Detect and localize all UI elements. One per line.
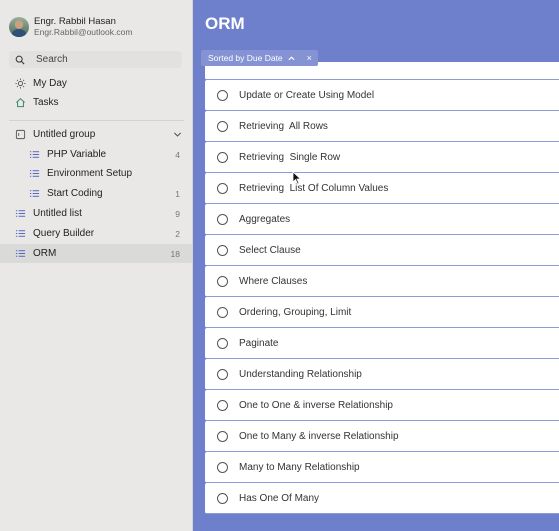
list-label: Untitled group bbox=[33, 129, 96, 140]
complete-checkbox[interactable] bbox=[217, 213, 228, 225]
list-icon bbox=[15, 208, 26, 219]
task-title: Select Clause bbox=[239, 244, 301, 256]
task-title: Where Clauses bbox=[239, 275, 308, 287]
task-list: Update or Create Using Model Retrieving … bbox=[205, 62, 559, 514]
list-icon bbox=[15, 248, 26, 259]
list-icon bbox=[29, 188, 40, 199]
task-row[interactable]: Has One Of Many bbox=[205, 483, 559, 514]
complete-checkbox[interactable] bbox=[217, 337, 228, 349]
task-row[interactable]: Aggregates bbox=[205, 204, 559, 235]
sidebar-item-orm[interactable]: ORM 18 bbox=[0, 244, 192, 263]
task-row[interactable]: Update or Create Using Model bbox=[205, 80, 559, 111]
nav-label: My Day bbox=[33, 78, 67, 89]
task-row[interactable]: Paginate bbox=[205, 328, 559, 359]
list-label: Untitled list bbox=[33, 208, 82, 219]
complete-checkbox[interactable] bbox=[217, 368, 228, 380]
list-count: 18 bbox=[170, 248, 180, 259]
profile-email: Engr.Rabbil@outlook.com bbox=[34, 27, 133, 37]
profile-name: Engr. Rabbil Hasan bbox=[34, 16, 116, 27]
group-icon bbox=[15, 129, 26, 140]
task-title: One to Many & inverse Relationship bbox=[239, 430, 399, 442]
chevron-up-icon[interactable] bbox=[288, 55, 295, 62]
complete-checkbox[interactable] bbox=[217, 244, 228, 256]
task-title: Update or Create Using Model bbox=[239, 89, 375, 101]
list-label: Query Builder bbox=[33, 228, 95, 239]
list-label: PHP Variable bbox=[47, 149, 107, 160]
sort-label: Sorted by Due Date bbox=[208, 53, 283, 63]
avatar bbox=[9, 17, 29, 37]
search-input[interactable] bbox=[36, 54, 166, 65]
list-count: 9 bbox=[175, 208, 180, 219]
task-row[interactable]: Retrieving All Rows bbox=[205, 111, 559, 142]
home-icon bbox=[15, 97, 26, 108]
task-row[interactable]: Retrieving Single Row bbox=[205, 142, 559, 173]
page-title: ORM bbox=[205, 14, 245, 33]
complete-checkbox[interactable] bbox=[217, 492, 228, 504]
complete-checkbox[interactable] bbox=[217, 182, 228, 194]
list-count: 4 bbox=[175, 149, 180, 160]
task-row[interactable]: Where Clauses bbox=[205, 266, 559, 297]
close-icon[interactable]: × bbox=[307, 53, 312, 63]
task-row[interactable]: Many to Many Relationship bbox=[205, 452, 559, 483]
task-row[interactable]: Ordering, Grouping, Limit bbox=[205, 297, 559, 328]
task-title: One to One & inverse Relationship bbox=[239, 399, 393, 411]
task-title: Aggregates bbox=[239, 213, 291, 225]
sidebar-item-start-coding[interactable]: Start Coding 1 bbox=[0, 184, 192, 203]
complete-checkbox[interactable] bbox=[217, 399, 228, 411]
task-title: Retrieving All Rows bbox=[239, 120, 328, 132]
task-title: Paginate bbox=[239, 337, 279, 349]
sun-icon bbox=[15, 78, 26, 89]
task-title: Many to Many Relationship bbox=[239, 461, 360, 473]
list-label: Environment Setup bbox=[47, 168, 133, 179]
sidebar-item-query-builder[interactable]: Query Builder 2 bbox=[0, 224, 192, 243]
sidebar-item-untitled-list[interactable]: Untitled list 9 bbox=[0, 204, 192, 223]
task-title: Ordering, Grouping, Limit bbox=[239, 306, 352, 318]
complete-checkbox[interactable] bbox=[217, 306, 228, 318]
complete-checkbox[interactable] bbox=[217, 89, 228, 101]
task-row[interactable]: One to Many & inverse Relationship bbox=[205, 421, 559, 452]
task-row[interactable]: Retrieving List Of Column Values bbox=[205, 173, 559, 204]
sidebar-divider bbox=[9, 120, 184, 121]
list-icon bbox=[29, 149, 40, 160]
sidebar: Engr. Rabbil Hasan Engr.Rabbil@outlook.c… bbox=[0, 0, 193, 531]
task-row[interactable]: One to One & inverse Relationship bbox=[205, 390, 559, 421]
task-row[interactable]: Understanding Relationship bbox=[205, 359, 559, 390]
list-icon bbox=[29, 168, 40, 179]
list-count: 2 bbox=[175, 228, 180, 239]
nav-my-day[interactable]: My Day bbox=[0, 74, 192, 93]
complete-checkbox[interactable] bbox=[217, 430, 228, 442]
account-profile[interactable]: Engr. Rabbil Hasan Engr.Rabbil@outlook.c… bbox=[9, 16, 132, 38]
complete-checkbox[interactable] bbox=[217, 151, 228, 163]
search-box[interactable] bbox=[9, 51, 182, 68]
main-panel: ORM Update or Create Using Model Retriev… bbox=[193, 0, 559, 531]
task-title: Retrieving List Of Column Values bbox=[239, 182, 389, 194]
task-title: Understanding Relationship bbox=[239, 368, 362, 380]
complete-checkbox[interactable] bbox=[217, 461, 228, 473]
search-icon bbox=[15, 55, 25, 65]
list-icon bbox=[15, 228, 26, 239]
sidebar-item-environment-setup[interactable]: Environment Setup bbox=[0, 164, 192, 183]
nav-label: Tasks bbox=[33, 97, 59, 108]
list-label: Start Coding bbox=[47, 188, 103, 199]
list-count: 1 bbox=[175, 188, 180, 199]
task-title: Retrieving Single Row bbox=[239, 151, 341, 163]
sidebar-item-untitled-group[interactable]: Untitled group bbox=[0, 125, 192, 144]
chevron-down-icon[interactable] bbox=[173, 130, 182, 139]
nav-tasks[interactable]: Tasks bbox=[0, 93, 192, 112]
complete-checkbox[interactable] bbox=[217, 120, 228, 132]
task-title: Has One Of Many bbox=[239, 492, 320, 504]
sidebar-item-php-variable[interactable]: PHP Variable 4 bbox=[0, 145, 192, 164]
list-label: ORM bbox=[33, 248, 57, 259]
complete-checkbox[interactable] bbox=[217, 275, 228, 287]
sort-chip[interactable]: Sorted by Due Date × bbox=[201, 50, 318, 66]
mouse-cursor-icon bbox=[292, 171, 302, 185]
task-row[interactable]: Select Clause bbox=[205, 235, 559, 266]
